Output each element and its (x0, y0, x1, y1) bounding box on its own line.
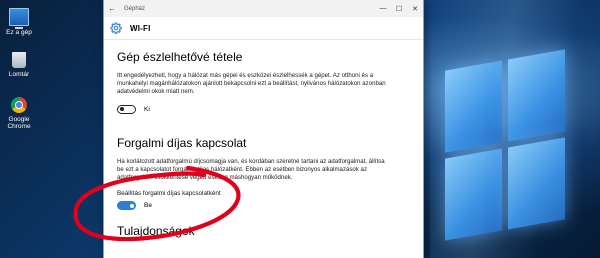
metered-connection-toggle[interactable] (117, 201, 136, 211)
section-description-metered: Ha korlátozott adatforgalmú díjcsomagja … (117, 157, 385, 182)
desktop-icon-this-pc[interactable]: Ez a gép (2, 8, 36, 36)
metered-setting-label: Beállítás forgalmi díjas kapcsolatként (117, 190, 221, 198)
back-arrow-icon[interactable]: ← (104, 4, 120, 13)
settings-window: ← Gépház — ☐ ✕ WI-FI Gép észlelhetővé té… (104, 0, 423, 258)
section-description-discoverable: Itt engedélyezheti, hogy a hálózat más g… (117, 72, 386, 96)
metered-toggle-row: Be (117, 201, 410, 211)
page-header: WI-FI (104, 17, 423, 40)
computer-icon (9, 8, 29, 29)
section-title-properties: Tulajdonságok (117, 224, 195, 239)
windows-logo-wallpaper (445, 49, 565, 241)
page-title: WI-FI (130, 23, 151, 33)
recycle-bin-icon (12, 52, 26, 68)
desktop-icon-label: Google Chrome (7, 116, 31, 130)
window-title: Gépház (124, 5, 146, 12)
desktop-icon-label: Lomtár (8, 71, 30, 78)
desktop-icon-recycle-bin[interactable]: Lomtár (2, 52, 36, 78)
title-bar: ← Gépház — ☐ ✕ (104, 0, 423, 17)
chrome-icon (11, 97, 27, 113)
desktop-icon-label: Ez a gép (6, 29, 32, 36)
settings-content: Gép észlelhetővé tétele Itt engedélyezhe… (104, 50, 423, 238)
close-icon[interactable]: ✕ (407, 5, 423, 13)
discoverable-toggle[interactable] (117, 104, 136, 114)
minimize-icon[interactable]: — (375, 5, 391, 12)
gear-icon (110, 22, 122, 34)
section-title-discoverable: Gép észlelhetővé tétele (117, 50, 243, 64)
maximize-icon[interactable]: ☐ (391, 5, 407, 13)
desktop-icon-chrome[interactable]: Google Chrome (2, 97, 36, 130)
section-title-metered: Forgalmi díjas kapcsolat (117, 135, 247, 150)
discoverable-toggle-state: Ki (144, 105, 150, 113)
metered-toggle-state: Be (144, 202, 152, 210)
discoverable-toggle-row: Ki (117, 104, 410, 114)
